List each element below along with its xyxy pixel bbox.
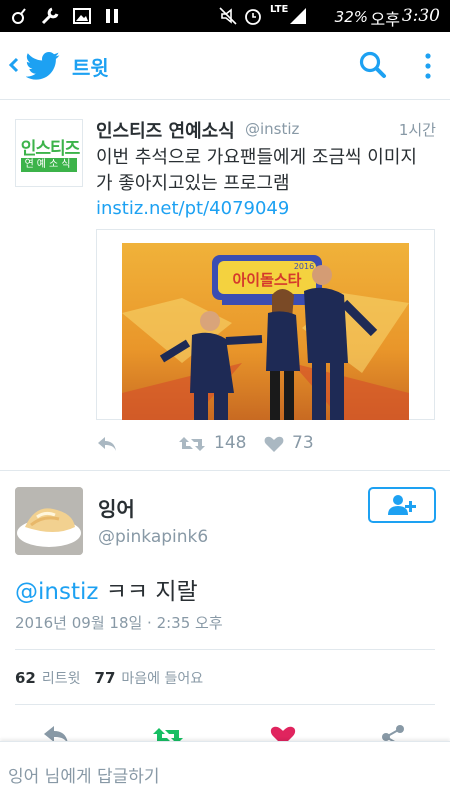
likes-label[interactable]: 마음에 들어요	[121, 671, 203, 687]
retweets-label[interactable]: 리트윗	[42, 671, 81, 687]
logo-text-top: 인스티즈	[20, 139, 81, 159]
quoted-tweet-actions: 148 73	[96, 433, 426, 457]
mute-icon	[219, 7, 237, 25]
tweet-author-handle[interactable]: @pinkapink6	[98, 527, 208, 547]
retweet-icon[interactable]	[151, 724, 185, 742]
heart-icon[interactable]	[264, 435, 284, 453]
time-ampm: 오후	[370, 10, 400, 29]
retweet-icon[interactable]	[178, 433, 206, 455]
retweets-count[interactable]: 62	[15, 669, 36, 687]
tweet-author-name[interactable]: 잉어	[98, 493, 135, 522]
network-type: LTE	[270, 4, 289, 15]
image-icon	[73, 8, 91, 24]
instiz-logo[interactable]: 인스티즈 연예소식	[15, 119, 83, 187]
main-tweet-actions	[0, 720, 450, 742]
tweet-photo[interactable]: 아이돌스타 2016	[96, 229, 435, 420]
pause-icon	[106, 9, 118, 23]
avatar[interactable]	[15, 487, 83, 555]
heart-icon[interactable]	[270, 724, 296, 742]
alarm-icon	[245, 9, 261, 25]
tweet-author-handle[interactable]: @instiz	[245, 120, 299, 138]
reply-bar[interactable]: 잉어 님에게 답글하기	[0, 741, 450, 800]
likes-count[interactable]: 77	[95, 669, 116, 687]
logo-text-bottom: 연예소식	[21, 158, 77, 172]
search-icon[interactable]	[358, 50, 388, 80]
tweet-link[interactable]: instiz.net/pt/4079049	[96, 198, 289, 219]
clock: 3:30	[401, 6, 440, 26]
reply-icon[interactable]	[96, 435, 118, 453]
tweet-photo-image: 아이돌스타 2016	[122, 243, 409, 420]
retweet-count: 148	[214, 433, 247, 453]
tweet-author-name[interactable]: 인스티즈 연예소식	[96, 117, 235, 143]
reply-icon[interactable]	[42, 724, 70, 742]
tweet-text-body: ㅋㅋ 지랄	[98, 579, 198, 605]
tweet-text: 이번 추석으로 가요팬들에게 조금씩 이미지가 좋아지고있는 프로그램	[96, 147, 417, 194]
tweet-time: 1시간	[398, 121, 436, 139]
avatar-image	[15, 487, 83, 555]
follow-user-icon	[388, 495, 416, 515]
wrench-icon	[41, 7, 59, 25]
tweet-text: @instiz ㅋㅋ 지랄	[15, 572, 198, 606]
app-header: 트윗	[0, 32, 450, 100]
back-icon[interactable]	[6, 52, 22, 78]
battery-level: 32%	[334, 8, 368, 26]
status-bar: LTE 32% 오후 3:30	[0, 0, 450, 32]
divider	[15, 649, 435, 650]
tweet-stats: 62 리트윗 77 마음에 들어요	[15, 668, 203, 688]
follow-button[interactable]	[368, 487, 436, 523]
reply-input-placeholder[interactable]: 잉어 님에게 답글하기	[8, 762, 160, 787]
share-icon[interactable]	[380, 724, 406, 742]
quoted-tweet[interactable]: 인스티즈 연예소식 인스티즈 연예소식 @instiz 1시간 이번 추석으로 …	[0, 101, 450, 471]
divider	[15, 704, 435, 705]
signal-icon	[290, 8, 306, 24]
page-title: 트윗	[72, 56, 109, 80]
notification-icon	[12, 8, 26, 24]
tweet-mention[interactable]: @instiz	[15, 579, 98, 605]
like-count: 73	[292, 433, 314, 453]
tweet-timestamp: 2016년 09월 18일 · 2:35 오후	[15, 614, 223, 632]
photo-caption: 아이돌스타	[232, 271, 301, 289]
twitter-bird-icon[interactable]	[26, 51, 60, 81]
photo-year: 2016	[294, 262, 314, 271]
more-vertical-icon[interactable]	[420, 50, 436, 82]
